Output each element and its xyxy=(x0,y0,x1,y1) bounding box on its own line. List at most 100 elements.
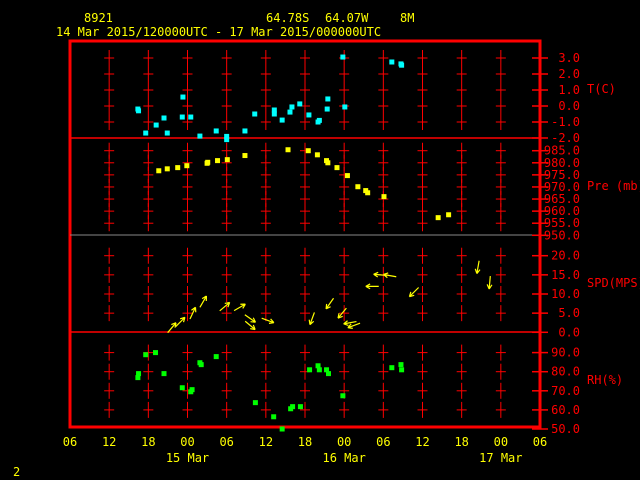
temperature-point xyxy=(389,59,395,65)
wind-arrow xyxy=(308,312,315,326)
date-label: 16 Mar xyxy=(322,451,365,465)
pressure-point xyxy=(344,173,350,179)
rh-point xyxy=(161,371,167,377)
rh-point xyxy=(399,367,405,373)
temperature-point xyxy=(287,109,293,115)
wind-arrow xyxy=(325,297,335,310)
temperature-point xyxy=(297,101,303,107)
pressure-point xyxy=(205,159,211,165)
pressure-point xyxy=(446,212,452,218)
wind-arrow xyxy=(486,275,493,290)
temperature-point xyxy=(188,114,194,120)
station-lon: 64.07W xyxy=(325,11,369,25)
pressure-point xyxy=(215,158,221,164)
temperature-point xyxy=(324,106,330,112)
temperature-point xyxy=(342,104,348,110)
wind-arrow xyxy=(474,260,481,274)
x-tick-label: 18 xyxy=(141,435,155,449)
x-tick-label: 18 xyxy=(454,435,468,449)
pressure-point xyxy=(305,148,311,154)
rh-point xyxy=(213,354,219,360)
panel-label-pressure: Pre (mb) xyxy=(587,179,640,193)
temperature-point xyxy=(242,128,248,134)
rh-point xyxy=(297,404,303,410)
temperature-point xyxy=(161,115,167,121)
wind-arrow xyxy=(233,303,246,312)
y-tick-label: 10.0 xyxy=(551,287,580,301)
temperature-point xyxy=(180,94,186,100)
temperature-point xyxy=(340,54,346,60)
panel-label-temperature: T(C) xyxy=(587,82,616,96)
panel-label-wind: SPD(MPS) xyxy=(587,276,640,290)
y-tick-label: 90.0 xyxy=(551,346,580,360)
x-tick-label: 06 xyxy=(219,435,233,449)
y-tick-label: 70.0 xyxy=(551,384,580,398)
wind-arrow xyxy=(175,316,186,327)
pressure-point xyxy=(381,194,387,200)
rh-point xyxy=(198,362,204,368)
wind-arrow xyxy=(383,272,397,279)
wind-arrow xyxy=(347,322,361,329)
rh-point xyxy=(153,350,159,356)
temperature-point xyxy=(143,130,149,136)
pressure-point xyxy=(164,166,170,172)
temperature-point xyxy=(153,122,159,128)
y-tick-label: 3.0 xyxy=(558,51,580,65)
temperature-point xyxy=(325,96,331,102)
rh-point xyxy=(252,400,258,406)
pressure-point xyxy=(285,147,291,153)
rh-point xyxy=(279,426,285,432)
rh-point xyxy=(136,371,142,377)
x-tick-label: 12 xyxy=(415,435,429,449)
temperature-point xyxy=(279,117,285,123)
x-tick-label: 00 xyxy=(494,435,508,449)
rh-point xyxy=(389,365,395,371)
y-tick-label: 80.0 xyxy=(551,365,580,379)
station-elevation: 8M xyxy=(400,11,414,25)
temperature-point xyxy=(164,130,170,136)
y-tick-label: 0.0 xyxy=(558,325,580,339)
rh-point xyxy=(340,393,346,399)
y-tick-label: -1.0 xyxy=(551,115,580,129)
wind-arrow xyxy=(167,322,177,334)
date-label: 15 Mar xyxy=(166,451,209,465)
pressure-point xyxy=(156,168,162,174)
x-tick-label: 06 xyxy=(376,435,390,449)
x-tick-label: 12 xyxy=(102,435,116,449)
wind-arrow xyxy=(365,283,379,290)
rh-point xyxy=(398,362,404,368)
pressure-point xyxy=(365,190,371,196)
temperature-point xyxy=(136,108,142,114)
rh-point xyxy=(290,404,296,410)
x-tick-label: 18 xyxy=(298,435,312,449)
rh-point xyxy=(179,385,185,391)
station-id: 8921 xyxy=(84,11,113,25)
temperature-point xyxy=(252,111,258,117)
pressure-point xyxy=(242,153,248,159)
pressure-point xyxy=(435,215,441,221)
temperature-point xyxy=(213,128,219,134)
y-tick-label: 2.0 xyxy=(558,67,580,81)
temperature-point xyxy=(224,137,230,143)
rh-point xyxy=(271,414,277,420)
pressure-point xyxy=(355,184,361,190)
wind-arrow xyxy=(199,295,208,308)
y-tick-label: 20.0 xyxy=(551,249,580,263)
wind-arrow xyxy=(261,317,275,324)
temperature-point xyxy=(399,62,405,68)
x-tick-label: 00 xyxy=(180,435,194,449)
wind-arrow xyxy=(408,287,420,298)
temperature-point xyxy=(289,104,295,110)
temperature-point xyxy=(306,112,312,118)
station-lat: 64.78S xyxy=(266,11,309,25)
pressure-point xyxy=(224,157,230,163)
wind-arrow xyxy=(219,301,231,312)
rh-point xyxy=(307,367,313,373)
y-tick-label: 50.0 xyxy=(551,422,580,436)
y-tick-label: 60.0 xyxy=(551,403,580,417)
x-tick-label: 00 xyxy=(337,435,351,449)
wind-arrow xyxy=(244,314,257,323)
y-tick-label: 0.0 xyxy=(558,99,580,113)
y-tick-label: 950.0 xyxy=(544,228,580,242)
y-tick-label: 1.0 xyxy=(558,83,580,97)
